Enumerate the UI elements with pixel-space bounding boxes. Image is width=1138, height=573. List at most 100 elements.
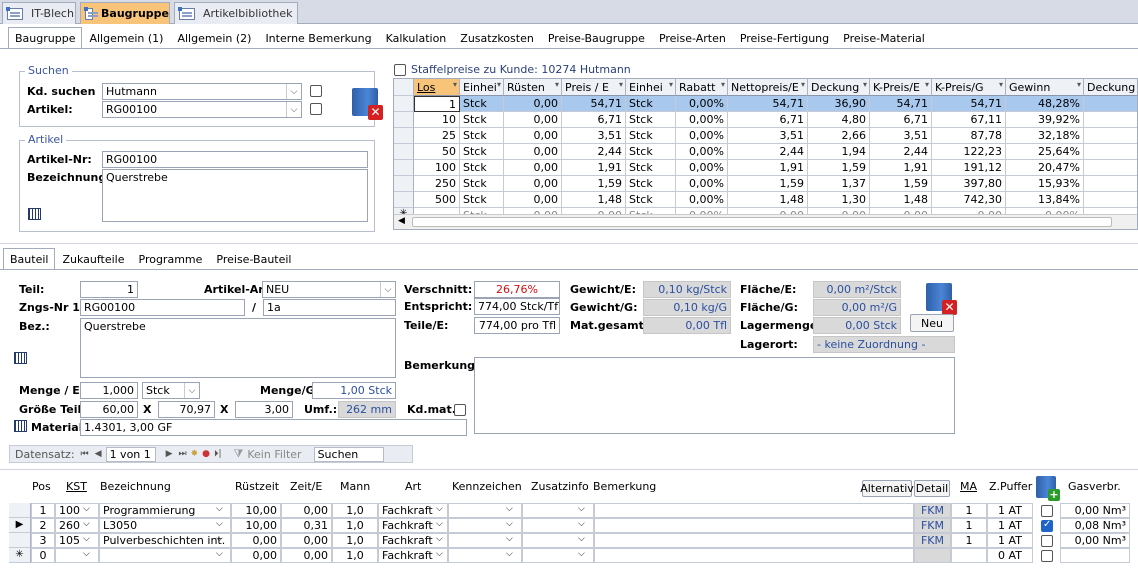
ops-pos-cell[interactable]: 3 (31, 533, 55, 548)
staffel-cell[interactable]: 122,23 (932, 144, 1006, 160)
staffel-cell[interactable] (1084, 128, 1137, 144)
staffel-cell[interactable]: 0,00% (676, 144, 728, 160)
chevron-down-icon[interactable]: ⌵ (578, 534, 585, 544)
artikel-art-combo[interactable]: NEU ⌵ (262, 281, 396, 298)
ops-puffer-checkbox[interactable] (1041, 550, 1053, 562)
prev-record-icon[interactable]: ◀ (95, 449, 102, 459)
staffel-cell[interactable]: Stck (626, 96, 676, 112)
ops-puffer-checkbox[interactable] (1041, 505, 1053, 517)
sort-arrow-icon[interactable]: ▾ (1077, 80, 1081, 89)
staffel-cell[interactable]: Stck (626, 160, 676, 176)
bemerkung-field[interactable] (474, 357, 955, 434)
ops-ruestzeit-cell[interactable]: 10,00 (231, 503, 281, 518)
staffel-cell[interactable]: 1,91 (870, 160, 932, 176)
staffel-cell[interactable]: 2,44 (870, 144, 932, 160)
staffel-header-4[interactable]: Einhei ▾ (626, 79, 676, 96)
staffel-cell[interactable] (1084, 144, 1137, 160)
staffel-cell[interactable]: 54,71 (728, 96, 808, 112)
staffel-cell[interactable]: 1 (414, 96, 460, 112)
verschnitt-field[interactable]: 26,76% (474, 281, 560, 298)
staffel-cell[interactable]: 1,48 (562, 192, 626, 208)
staffel-header-6[interactable]: Nettopreis/E ▾ (728, 79, 808, 96)
tab-interne-bemerkung[interactable]: Interne Bemerkung (258, 27, 378, 49)
row-selector[interactable] (394, 96, 414, 112)
staffel-cell[interactable]: 0,00% (676, 192, 728, 208)
add-book-icon[interactable]: + (1036, 476, 1060, 501)
chevron-down-icon[interactable]: ⌵ (216, 519, 223, 529)
staffel-cell[interactable]: 0,00 (504, 160, 562, 176)
staffel-cell[interactable]: 54,71 (870, 96, 932, 112)
more-nav-icon[interactable]: ⏵| (214, 449, 222, 459)
calendar-icon[interactable] (28, 208, 41, 220)
ops-bemerkung-cell[interactable] (594, 533, 914, 548)
staffel-cell[interactable]: Stck (460, 96, 504, 112)
ops-ma-cell[interactable] (951, 548, 987, 563)
ops-zeit-cell[interactable]: 0,00 (281, 533, 332, 548)
row-selector[interactable] (394, 144, 414, 160)
ops-bemerkung-cell[interactable] (594, 518, 914, 533)
staffel-cell[interactable]: Stck (626, 128, 676, 144)
staffel-cell[interactable]: 2,66 (808, 128, 870, 144)
staffel-cell[interactable]: 0,00 (504, 176, 562, 192)
new-record-icon[interactable]: ✸ (191, 449, 199, 459)
chevron-down-icon[interactable]: ⌵ (83, 504, 90, 514)
ops-at-cell[interactable]: 1 AT (987, 533, 1033, 548)
ops-bezeichnung-cell[interactable]: L3050 (99, 518, 231, 533)
staffel-cell[interactable]: 15,93% (1006, 176, 1084, 192)
staffel-cell[interactable]: 250 (414, 176, 460, 192)
chevron-down-icon[interactable]: ⌵ (216, 534, 223, 544)
ops-row-selector[interactable]: ✳ (9, 548, 31, 563)
chevron-down-icon[interactable]: ⌵ (83, 534, 90, 544)
material-field[interactable]: 1.4301, 3,00 GF (80, 419, 467, 436)
ops-puffer-checkbox[interactable] (1041, 535, 1053, 547)
ops-ma-cell[interactable]: 1 (951, 503, 987, 518)
staffel-cell[interactable]: 13,84% (1006, 192, 1084, 208)
staffel-cell[interactable]: Stck (626, 192, 676, 208)
staffel-cell[interactable]: 6,71 (870, 112, 932, 128)
row-selector[interactable] (394, 176, 414, 192)
groesse-2-field[interactable]: 70,97 (158, 401, 215, 418)
staffel-cell[interactable]: 0,00% (676, 160, 728, 176)
ops-ma-cell[interactable]: 1 (951, 533, 987, 548)
tab-kalkulation[interactable]: Kalkulation (379, 27, 454, 49)
staffel-cell[interactable]: 3,51 (562, 128, 626, 144)
sort-arrow-icon[interactable]: ▾ (863, 80, 867, 89)
record-position-field[interactable]: 1 von 1 (105, 446, 156, 462)
staffel-cell[interactable]: 1,91 (728, 160, 808, 176)
neu-button[interactable]: Neu (910, 314, 954, 332)
bez-field[interactable]: Querstrebe (80, 318, 396, 378)
staffel-cell[interactable]: 0,00% (676, 176, 728, 192)
ops-pos-cell[interactable]: 1 (31, 503, 55, 518)
tab-programme[interactable]: Programme (132, 248, 210, 270)
staffel-cell[interactable]: 20,47% (1006, 160, 1084, 176)
staffel-cell[interactable] (1084, 112, 1137, 128)
staffel-cell[interactable]: 1,30 (808, 192, 870, 208)
staffel-cell[interactable]: 67,11 (932, 112, 1006, 128)
horizontal-scrollbar[interactable]: ◀ (394, 214, 1137, 229)
staffel-cell[interactable]: 100 (414, 160, 460, 176)
ops-at-cell[interactable]: 1 AT (987, 503, 1033, 518)
last-record-icon[interactable]: ⏭ (178, 449, 186, 459)
staffel-cell[interactable] (1084, 192, 1137, 208)
staffel-header-3[interactable]: Preis / E ▾ (562, 79, 626, 96)
chevron-down-icon[interactable]: ⌵ (436, 549, 443, 559)
ops-kst-cell[interactable] (55, 548, 99, 563)
scroll-left-icon[interactable]: ◀ (398, 216, 405, 226)
chevron-down-icon[interactable]: ⌵ (436, 519, 443, 529)
first-record-icon[interactable]: ⏮ (81, 449, 89, 459)
staffel-header-1[interactable]: Einhei ▾ (460, 79, 504, 96)
doc-tab-it-blech[interactable]: IT-Blech (2, 2, 76, 24)
staffel-cell[interactable]: 25 (414, 128, 460, 144)
groesse-1-field[interactable]: 60,00 (80, 401, 138, 418)
staffel-cell[interactable]: Stck (460, 128, 504, 144)
ops-zeit-cell[interactable]: 0,00 (281, 503, 332, 518)
chevron-down-icon[interactable]: ⌵ (436, 504, 443, 514)
alternativ-button[interactable]: Alternativ (860, 480, 914, 497)
ops-at-cell[interactable]: 1 AT (987, 518, 1033, 533)
staffel-header-2[interactable]: Rüsten ▾ (504, 79, 562, 96)
staffel-cell[interactable]: Stck (460, 160, 504, 176)
staffel-header-9[interactable]: K-Preis/G ▾ (932, 79, 1006, 96)
staffel-cell[interactable]: 32,18% (1006, 128, 1084, 144)
staffel-cell[interactable]: 0,00 (504, 96, 562, 112)
kd-suchen-checkbox[interactable] (310, 85, 322, 97)
